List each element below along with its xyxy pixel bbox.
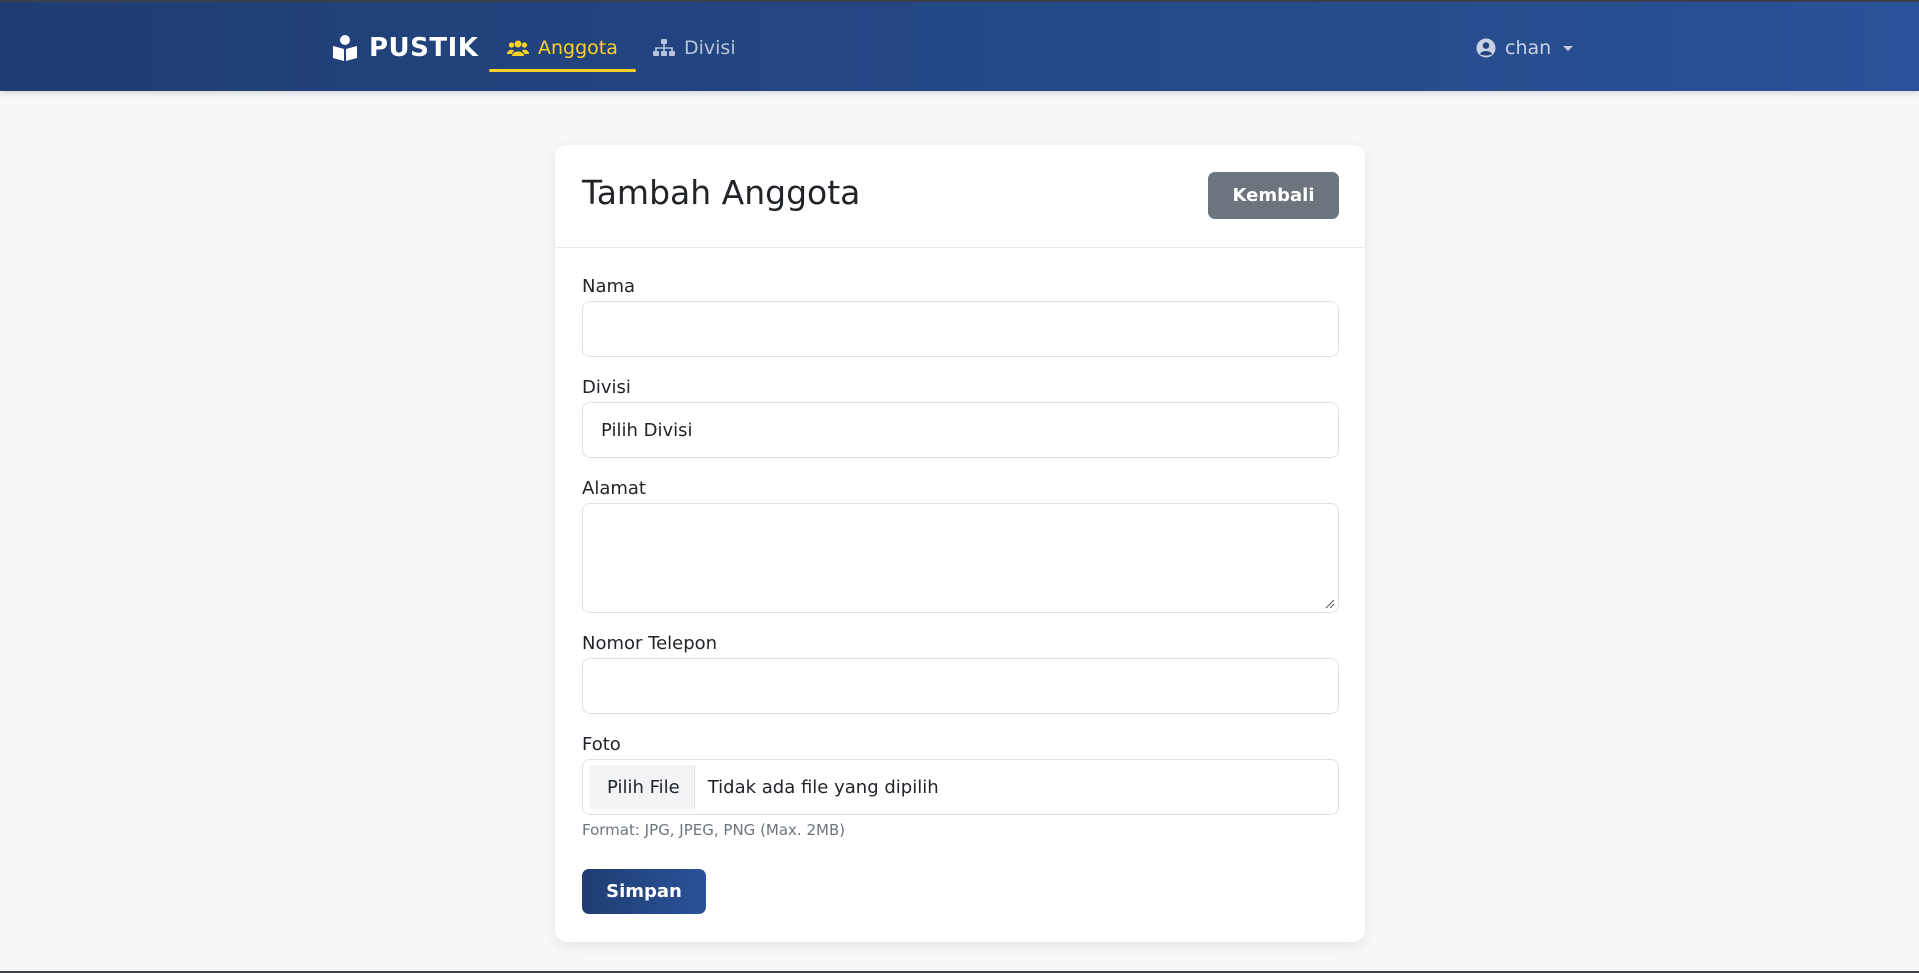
back-button[interactable]: Kembali [1208,172,1339,219]
chevron-down-icon [1563,45,1574,51]
file-status-text: Tidak ada file yang dipilih [707,776,939,798]
sitemap-icon [653,39,675,56]
users-icon [507,40,529,56]
nav-divisi-label: Divisi [684,37,736,59]
active-nav-indicator [489,69,636,72]
telepon-label: Nomor Telepon [582,633,718,654]
resize-grip-icon[interactable] [1325,599,1335,609]
alamat-textarea[interactable] [582,503,1339,613]
user-menu-dropdown[interactable]: chan [1476,32,1574,64]
nama-label: Nama [582,276,636,297]
foto-help-text: Format: JPG, JPEG, PNG (Max. 2MB) [582,821,846,839]
top-navbar: PUSTIK Anggota Divisi chan [0,0,1919,91]
book-reader-icon [333,35,357,61]
card-header: Tambah Anggota Kembali [555,145,1365,248]
divisi-selected-value: Pilih Divisi [601,419,693,441]
foto-label: Foto [582,734,621,755]
nav-divisi[interactable]: Divisi [653,30,736,66]
divisi-select[interactable]: Pilih Divisi [582,402,1339,458]
alamat-label: Alamat [582,478,646,499]
brand-logo[interactable]: PUSTIK [331,30,478,66]
telepon-input[interactable] [582,658,1339,714]
nav-anggota-label: Anggota [538,37,618,59]
choose-file-button[interactable]: Pilih File [589,765,695,809]
page-title: Tambah Anggota [582,173,861,212]
nama-input[interactable] [582,301,1339,357]
user-circle-icon [1476,38,1496,58]
brand-name: PUSTIK [369,33,479,63]
foto-file-input[interactable]: Pilih File Tidak ada file yang dipilih [582,759,1339,815]
save-button[interactable]: Simpan [582,869,706,914]
nav-anggota[interactable]: Anggota [507,30,618,66]
form-card: Tambah Anggota Kembali Nama Divisi Pilih… [555,145,1365,942]
divisi-label: Divisi [582,377,631,398]
user-name: chan [1505,37,1552,59]
